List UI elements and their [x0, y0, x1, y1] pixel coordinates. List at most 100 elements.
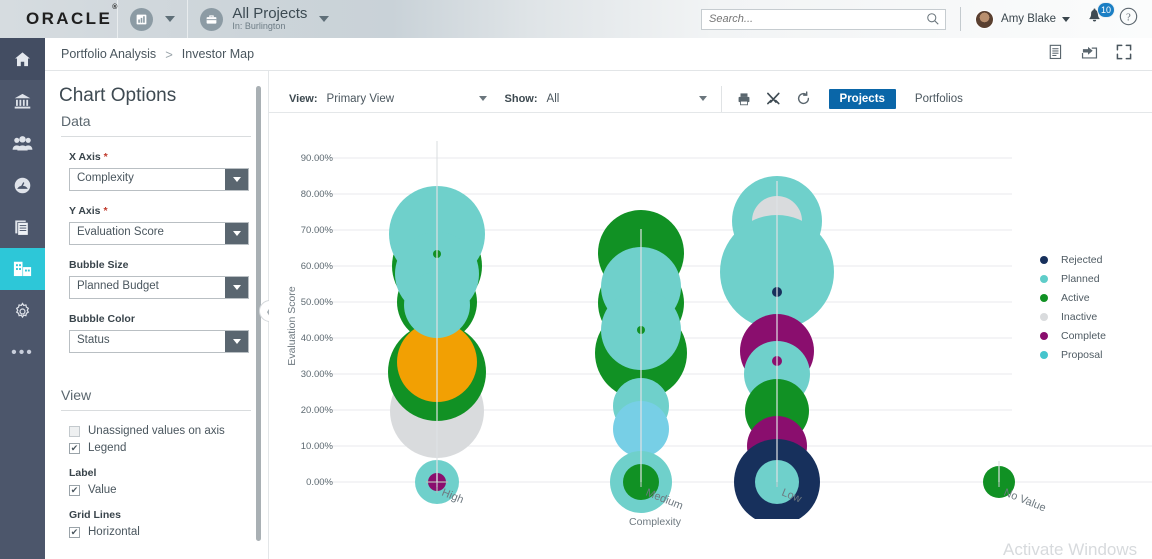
sidebar-item-more[interactable]: •••	[0, 332, 45, 374]
project-selector[interactable]: All Projects In: Burlington	[188, 0, 341, 38]
y-axis-value: Evaluation Score	[77, 226, 164, 238]
gear-icon	[15, 301, 30, 318]
legend-label: Rejected	[1061, 253, 1103, 266]
bubble-size-select[interactable]: Planned Budget	[69, 276, 249, 299]
legend-item[interactable]: Complete	[1040, 326, 1106, 345]
expand-icon[interactable]	[1116, 44, 1132, 65]
group-label-label: Label	[69, 467, 97, 479]
field-label-x-axis: X Axis *	[69, 151, 249, 163]
chevron-down-icon[interactable]	[225, 331, 248, 352]
checkbox-label: Value	[88, 484, 117, 496]
chevron-down-icon	[319, 16, 330, 22]
bubble-color-select[interactable]: Status	[69, 330, 249, 353]
sidebar-item-projects[interactable]	[0, 248, 45, 290]
search-icon[interactable]	[926, 12, 940, 31]
sidebar-item-settings[interactable]	[0, 290, 45, 332]
notifications-button[interactable]: 10	[1086, 1, 1116, 31]
tab-portfolios[interactable]: Portfolios	[904, 89, 974, 109]
windows-activation-watermark: Activate Windows	[1003, 540, 1138, 559]
chart-legend: Rejected Planned Active Inactive Complet…	[1040, 250, 1106, 364]
checkbox-label: Horizontal	[88, 526, 140, 538]
checkbox-horizontal[interactable]: ✔ Horizontal	[69, 526, 265, 538]
chevron-down-icon[interactable]	[225, 277, 248, 298]
legend-swatch	[1040, 293, 1048, 302]
chart-options-panel: Chart Options Data X Axis * Complexity Y…	[45, 71, 265, 559]
sidebar-item-reports[interactable]	[0, 206, 45, 248]
bubble-chart-plot[interactable]: 0.00% 10.00% 20.00% 30.00% 40.00% 50.00%…	[269, 121, 1152, 559]
sidebar-item-risk[interactable]	[0, 164, 45, 206]
checkbox-value[interactable]: ✔ Value	[69, 484, 265, 496]
breadcrumb-actions	[1048, 44, 1132, 65]
chevron-down-icon	[698, 96, 707, 101]
project-subtitle: In: Burlington	[232, 21, 286, 32]
share-export-icon[interactable]	[1081, 44, 1098, 65]
legend-item[interactable]: Active	[1040, 288, 1106, 307]
bubble-chart-svg: 0.00% 10.00% 20.00% 30.00% 40.00% 50.00%…	[286, 141, 1152, 528]
field-y-axis: Y Axis * Evaluation Score	[69, 205, 249, 245]
sidebar-item-home[interactable]	[0, 38, 45, 80]
chevron-down-icon	[478, 96, 487, 101]
y-tick-8: 80.00%	[301, 189, 334, 200]
investor-map-page: ORACLE® All Projects In: Burlington Sear…	[0, 0, 1152, 559]
oracle-brand-text: ORACLE	[26, 9, 113, 28]
y-tick-3: 30.00%	[301, 369, 334, 380]
y-tick-7: 70.00%	[301, 225, 334, 236]
x-tick-novalue: No Value	[1002, 487, 1048, 515]
x-axis-select[interactable]: Complexity	[69, 168, 249, 191]
y-axis-select[interactable]: Evaluation Score	[69, 222, 249, 245]
checkbox-legend[interactable]: ✔ Legend	[69, 442, 265, 454]
legend-item[interactable]: Inactive	[1040, 307, 1106, 326]
legend-label: Planned	[1061, 272, 1100, 285]
checkbox-box[interactable]: ✔	[69, 442, 80, 454]
tools-icon[interactable]	[766, 91, 781, 106]
required-marker: *	[100, 151, 108, 163]
checkbox-unassigned-values[interactable]: Unassigned values on axis	[69, 425, 265, 437]
legend-swatch	[1040, 274, 1048, 283]
legend-item[interactable]: Proposal	[1040, 345, 1106, 364]
document-icon[interactable]	[1048, 44, 1063, 65]
bubble-size-value: Planned Budget	[77, 280, 159, 292]
checkbox-box[interactable]: ✔	[69, 484, 80, 496]
view-label: View:	[289, 92, 318, 105]
field-label-bubble-size: Bubble Size	[69, 259, 129, 271]
legend-item[interactable]: Planned	[1040, 269, 1106, 288]
legend-swatch	[1040, 312, 1048, 321]
legend-swatch	[1040, 350, 1048, 359]
sidebar-item-people[interactable]	[0, 122, 45, 164]
y-axis-title: Evaluation Score	[286, 286, 298, 366]
help-button[interactable]: ?	[1119, 7, 1138, 31]
documents-icon	[15, 219, 29, 236]
show-select[interactable]: All	[547, 93, 707, 105]
y-tick-9: 90.00%	[301, 153, 334, 164]
checkbox-label: Legend	[88, 442, 127, 454]
print-icon[interactable]	[737, 92, 751, 106]
chevron-down-icon	[1062, 16, 1070, 22]
group-label-grid-lines: Grid Lines	[69, 509, 121, 521]
show-value: All	[546, 92, 560, 105]
tab-projects[interactable]: Projects	[828, 88, 896, 109]
refresh-icon[interactable]	[796, 91, 811, 106]
gauge-icon	[14, 177, 31, 193]
legend-item[interactable]: Rejected	[1040, 250, 1106, 269]
app-switcher[interactable]	[118, 0, 187, 38]
user-menu[interactable]: Amy Blake	[975, 9, 1070, 29]
buildings-icon	[13, 261, 32, 277]
chevron-down-icon[interactable]	[225, 169, 248, 190]
search-input[interactable]	[701, 8, 947, 30]
breadcrumb-root[interactable]: Portfolio Analysis	[61, 47, 156, 61]
chevron-down-icon[interactable]	[225, 223, 248, 244]
view-select[interactable]: Primary View	[327, 93, 487, 105]
sidebar-item-portfolio[interactable]	[0, 80, 45, 122]
global-header: ORACLE® All Projects In: Burlington Sear…	[0, 0, 1152, 38]
legend-label: Inactive	[1061, 310, 1098, 323]
label-text: Y Axis	[69, 205, 101, 217]
y-tick-5: 50.00%	[301, 297, 334, 308]
x-axis-title: Complexity	[629, 516, 682, 528]
field-label-bubble-color: Bubble Color	[69, 313, 135, 325]
legend-label: Proposal	[1061, 348, 1103, 361]
y-tick-4: 40.00%	[301, 333, 334, 344]
view-value: Primary View	[326, 92, 395, 105]
help-circle-icon: ?	[1119, 7, 1138, 26]
checkbox-box[interactable]	[69, 425, 80, 437]
checkbox-box[interactable]: ✔	[69, 526, 80, 538]
